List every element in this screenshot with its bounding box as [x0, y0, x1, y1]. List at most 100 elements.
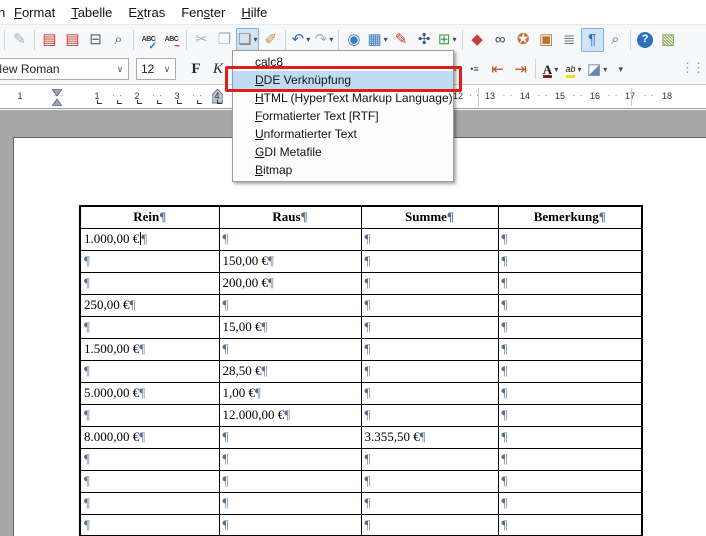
tab-stop-marker[interactable] [177, 100, 182, 104]
highlight-color-dropdown-arrow[interactable]: ▾ [578, 65, 582, 74]
paste-button[interactable]: ❏▾ [236, 28, 259, 52]
table-cell[interactable]: ¶ [498, 470, 642, 492]
table-cell[interactable]: ¶ [80, 470, 219, 492]
table-cell[interactable]: ¶ [219, 448, 361, 470]
insert-table-dropdown-arrow[interactable]: ▾ [384, 35, 388, 44]
zoom-button[interactable]: ⌕ [604, 28, 627, 52]
table-cell[interactable]: ¶ [498, 228, 642, 250]
table-cell[interactable]: ¶ [361, 514, 498, 536]
table-cell[interactable]: ¶ [361, 338, 498, 360]
export-pdf-direct-button[interactable]: ▤ [61, 28, 84, 52]
table-cell[interactable]: ¶ [80, 404, 219, 426]
formatting-marks-button[interactable]: ¶ [581, 28, 604, 52]
print-button[interactable]: ⊟ [84, 28, 107, 52]
table-cell[interactable]: ¶ [361, 250, 498, 272]
table-cell[interactable]: 8.000,00 €¶ [80, 426, 219, 448]
bold-button[interactable]: F [186, 58, 206, 80]
table-cell[interactable]: ¶ [219, 470, 361, 492]
insert-fields-dropdown-arrow[interactable]: ▾ [452, 35, 456, 44]
table-cell[interactable]: ¶ [80, 360, 219, 382]
table-cell[interactable]: ¶ [498, 382, 642, 404]
table-cell[interactable]: ¶ [219, 228, 361, 250]
highlight-color-button[interactable]: ab▾ [562, 57, 585, 81]
table-cell[interactable]: 200,00 €¶ [219, 272, 361, 294]
paste-menu-item[interactable]: Unformatierter Text [233, 125, 453, 143]
bullet-list-button[interactable]: •≡ [463, 57, 486, 81]
table-cell[interactable]: ¶ [498, 316, 642, 338]
tab-stop-marker[interactable] [97, 100, 102, 104]
paste-menu-item[interactable]: GDI Metafile [233, 143, 453, 161]
table-cell[interactable]: ¶ [498, 294, 642, 316]
table-cell[interactable]: ¶ [80, 448, 219, 470]
table-cell[interactable]: ¶ [361, 404, 498, 426]
page[interactable]: Rein¶Raus¶Summe¶Bemerkung¶ 1.000,00 €¶¶¶… [13, 137, 706, 536]
table-cell[interactable]: 1.500,00 €¶ [80, 338, 219, 360]
table-cell[interactable]: 1.000,00 €¶ [80, 228, 219, 250]
column-header[interactable]: Rein¶ [80, 206, 219, 228]
paste-dropdown-arrow[interactable]: ▾ [253, 35, 257, 44]
draw-functions-button[interactable]: ✎ [390, 28, 413, 52]
table-cell[interactable]: ¶ [361, 360, 498, 382]
export-pdf-button[interactable]: ▤ [38, 28, 61, 52]
table-cell[interactable]: ¶ [498, 492, 642, 514]
table-cell[interactable]: ¶ [361, 382, 498, 404]
table-cell[interactable]: ¶ [498, 360, 642, 382]
table-cell[interactable]: ¶ [219, 294, 361, 316]
menu-item-format[interactable]: Format [6, 2, 63, 23]
table-cell[interactable]: ¶ [498, 338, 642, 360]
auto-spellcheck-button[interactable]: ABC~ [160, 28, 183, 52]
table-cell[interactable]: ¶ [498, 448, 642, 470]
decrease-indent-button[interactable]: ⇤ [486, 57, 509, 81]
table-cell[interactable]: 150,00 €¶ [219, 250, 361, 272]
table-cell[interactable]: ¶ [80, 514, 219, 536]
tab-stop-marker[interactable] [197, 100, 202, 104]
table-cell[interactable]: ¶ [498, 404, 642, 426]
undo-dropdown-arrow[interactable]: ▾ [306, 35, 310, 44]
table-cell[interactable]: 5.000,00 €¶ [80, 382, 219, 404]
menu-item-hilfe[interactable]: Hilfe [233, 2, 275, 23]
spelling-button[interactable]: ABC✓ [137, 28, 160, 52]
chevron-down-icon[interactable]: ∨ [112, 64, 128, 75]
clone-formatting-button[interactable]: ✐ [259, 28, 282, 52]
tab-stop-marker[interactable] [137, 100, 142, 104]
table-cell[interactable]: ¶ [361, 228, 498, 250]
paste-menu-item[interactable]: Bitmap [233, 161, 453, 179]
table-cell[interactable]: ¶ [361, 316, 498, 338]
table-cell[interactable]: ¶ [498, 514, 642, 536]
font-color-button[interactable]: A▾ [539, 57, 562, 81]
menu-item-fenster[interactable]: Fenster [173, 2, 233, 23]
table-cell[interactable]: ¶ [498, 426, 642, 448]
tab-stop-marker[interactable] [157, 100, 162, 104]
help-button[interactable]: ? [634, 28, 657, 52]
gallery-button[interactable]: ▣ [535, 28, 558, 52]
table-cell[interactable]: ¶ [498, 272, 642, 294]
table-cell[interactable]: 1,00 €¶ [219, 382, 361, 404]
background-color-button[interactable]: ◪▾ [585, 57, 609, 81]
background-color-dropdown-arrow[interactable]: ▾ [603, 65, 607, 74]
table-cell[interactable]: ¶ [80, 250, 219, 272]
column-header[interactable]: Bemerkung¶ [498, 206, 642, 228]
menu-item-extras[interactable]: Extras [120, 2, 173, 23]
font-size-combo[interactable]: 12 ∨ [136, 58, 176, 80]
table-cell[interactable]: ¶ [361, 470, 498, 492]
table-cell[interactable]: ¶ [361, 294, 498, 316]
font-name-combo[interactable]: Times New Roman ∨ [0, 58, 129, 80]
table-cell[interactable]: ¶ [361, 448, 498, 470]
insert-fields-button[interactable]: ⊞▾ [436, 28, 459, 52]
table-cell[interactable]: ¶ [219, 492, 361, 514]
increase-indent-button[interactable]: ⇥ [509, 57, 532, 81]
table-cell[interactable]: ¶ [498, 250, 642, 272]
table-cell[interactable]: ¶ [219, 426, 361, 448]
paste-menu-item[interactable]: Formatierter Text [RTF] [233, 107, 453, 125]
table-cell[interactable]: 3.355,50 €¶ [361, 426, 498, 448]
find-replace-button[interactable]: ∞ [489, 28, 512, 52]
table-cell[interactable]: ¶ [219, 514, 361, 536]
print-preview-button[interactable]: ⌕ [107, 28, 130, 52]
navigator-button[interactable]: ✪ [512, 28, 535, 52]
tab-stop-marker[interactable] [117, 100, 122, 104]
redo-dropdown-arrow[interactable]: ▾ [329, 35, 333, 44]
insert-table-button[interactable]: ▦▾ [365, 28, 389, 52]
toolbar-handle[interactable]: ⋮⋮ [681, 60, 703, 76]
redo-button[interactable]: ↷▾ [312, 28, 335, 52]
table-cell[interactable]: ¶ [80, 492, 219, 514]
